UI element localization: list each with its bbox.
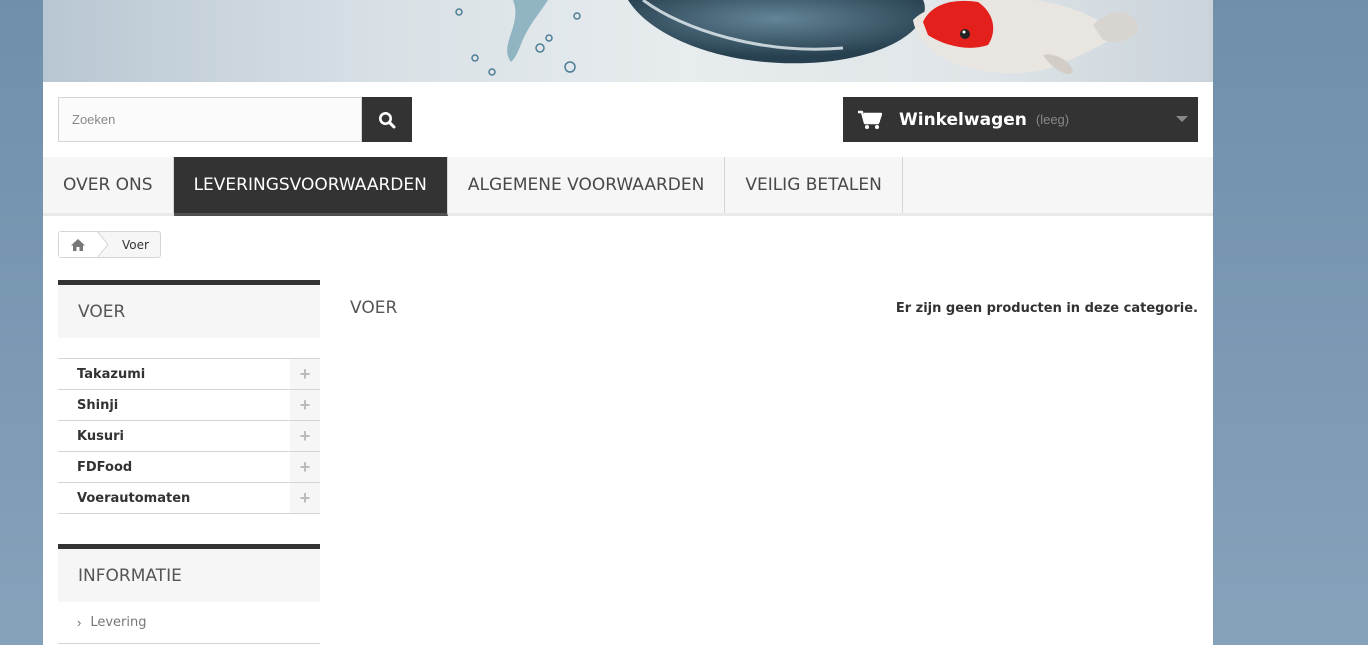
search-icon [379, 111, 396, 128]
chevron-down-icon [1176, 116, 1188, 122]
category-item-kusuri[interactable]: Kusuri + [58, 421, 320, 452]
plus-icon[interactable]: + [290, 452, 320, 482]
category-label: Kusuri [77, 428, 124, 444]
information-block: INFORMATIE › Levering [58, 544, 320, 644]
empty-category-message: Er zijn geen producten in deze categorie… [895, 301, 1198, 316]
category-list: Takazumi + Shinji + Kusuri + FDFood + Vo… [58, 358, 320, 514]
category-item-takazumi[interactable]: Takazumi + [58, 359, 320, 390]
category-item-voerautomaten[interactable]: Voerautomaten + [58, 483, 320, 514]
search-form [58, 97, 412, 142]
category-item-fdfood[interactable]: FDFood + [58, 452, 320, 483]
koi-banner-image [455, 0, 1138, 76]
info-item-levering[interactable]: › Levering [58, 602, 320, 644]
breadcrumb-separator [97, 231, 109, 258]
category-label: Shinji [77, 397, 119, 413]
categories-block-title: VOER [58, 280, 320, 338]
page: Winkelwagen (leeg) OVER ONS LEVERINGSVOO… [43, 0, 1213, 645]
search-button[interactable] [362, 97, 412, 142]
information-block-title: INFORMATIE [58, 544, 320, 602]
info-item-label: Levering [90, 615, 147, 630]
home-icon [71, 238, 85, 251]
breadcrumb: Voer [58, 231, 161, 258]
category-label: Voerautomaten [77, 490, 191, 506]
menu-item-algemene-voorwaarden[interactable]: ALGEMENE VOORWAARDEN [448, 157, 726, 213]
plus-icon[interactable]: + [290, 359, 320, 389]
plus-icon[interactable]: + [290, 421, 320, 451]
category-label: Takazumi [77, 366, 146, 382]
cart-title: Winkelwagen [899, 109, 1027, 130]
plus-icon[interactable]: + [290, 390, 320, 420]
plus-icon[interactable]: + [290, 483, 320, 513]
categories-block: VOER Takazumi + Shinji + Kusuri + FDFood… [58, 280, 320, 514]
main-menu: OVER ONS LEVERINGSVOORWAARDEN ALGEMENE V… [43, 157, 1213, 216]
menu-item-veilig-betalen[interactable]: VEILIG BETALEN [725, 157, 903, 213]
chevron-right-icon: › [77, 615, 82, 630]
header-banner[interactable] [43, 0, 1213, 82]
breadcrumb-current: Voer [122, 237, 149, 252]
search-input[interactable] [58, 97, 362, 142]
menu-item-over-ons[interactable]: OVER ONS [43, 157, 174, 213]
breadcrumb-home-link[interactable] [59, 231, 109, 258]
shopping-cart-button[interactable]: Winkelwagen (leeg) [843, 97, 1198, 142]
category-label: FDFood [77, 459, 133, 475]
category-title: VOER [350, 298, 398, 318]
menu-item-leveringsvoorwaarden[interactable]: LEVERINGSVOORWAARDEN [173, 157, 448, 216]
cart-status: (leeg) [1035, 112, 1070, 127]
shopping-cart-icon [858, 109, 884, 131]
information-list: › Levering [58, 602, 320, 644]
category-item-shinji[interactable]: Shinji + [58, 390, 320, 421]
